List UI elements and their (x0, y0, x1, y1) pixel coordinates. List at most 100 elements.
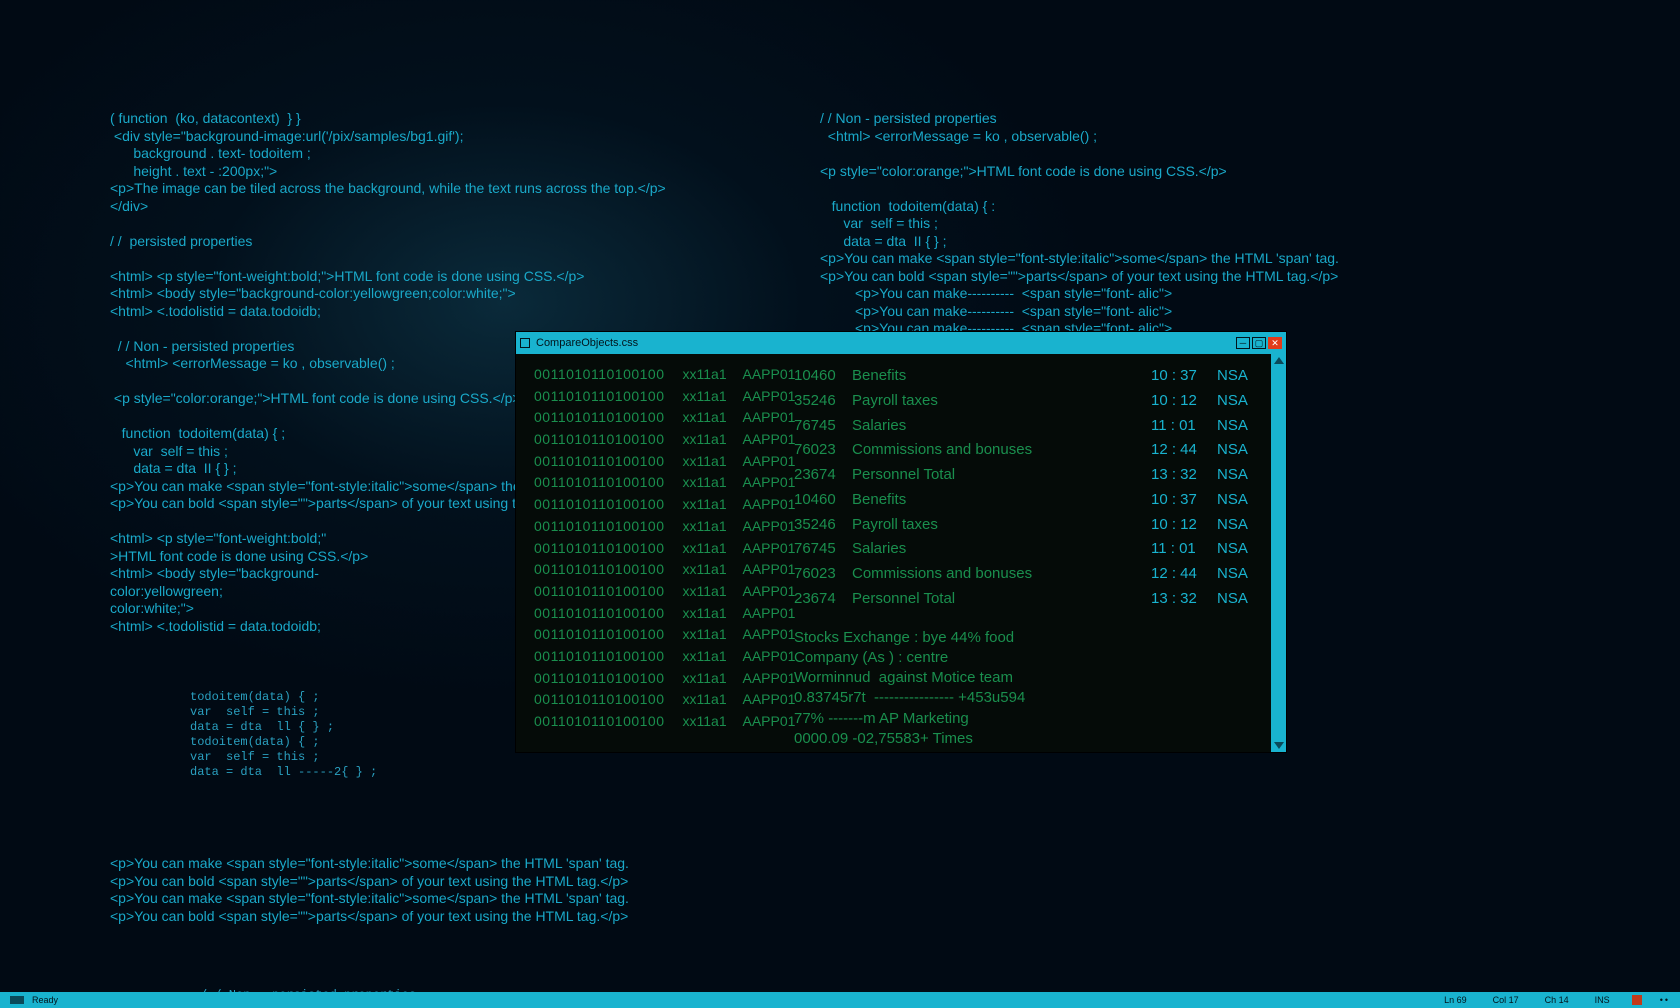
bin-c2: xx11a1 (683, 386, 725, 408)
row-label: Salaries (852, 537, 1151, 562)
data-row: 76023Commissions and bonuses12 : 44NSA (794, 562, 1263, 587)
warning-icon[interactable] (1632, 995, 1642, 1005)
row-label: Benefits (852, 364, 1151, 389)
binary-row: 0011010110100100xx11a1AAPP01 (534, 386, 776, 408)
binary-row: 0011010110100100xx11a1AAPP01 (534, 603, 776, 625)
window-body: 0011010110100100xx11a1AAPP01001101011010… (516, 354, 1286, 752)
bin-c1: 0011010110100100 (534, 581, 665, 603)
row-label: Commissions and bonuses (852, 438, 1151, 463)
binary-row: 0011010110100100xx11a1AAPP01 (534, 689, 776, 711)
bin-c2: xx11a1 (683, 646, 725, 668)
row-number: 35246 (794, 389, 852, 414)
row-number: 10460 (794, 364, 852, 389)
bin-c2: xx11a1 (683, 581, 725, 603)
row-time: 13 : 32 (1151, 587, 1217, 612)
row-tag: NSA (1217, 438, 1263, 463)
status-indicator-icon (10, 996, 24, 1004)
status-ins: INS (1591, 995, 1614, 1005)
bin-c1: 0011010110100100 (534, 559, 665, 581)
binary-row: 0011010110100100xx11a1AAPP01 (534, 538, 776, 560)
scroll-up-icon[interactable] (1274, 357, 1284, 364)
bin-c1: 0011010110100100 (534, 429, 665, 451)
bin-c2: xx11a1 (683, 429, 725, 451)
row-time: 10 : 12 (1151, 513, 1217, 538)
status-column: Col 17 (1489, 995, 1523, 1005)
status-dots: •• (1660, 995, 1670, 1005)
data-row: 76745Salaries11 : 01NSA (794, 537, 1263, 562)
row-tag: NSA (1217, 562, 1263, 587)
row-label: Payroll taxes (852, 513, 1151, 538)
row-time: 12 : 44 (1151, 438, 1217, 463)
binary-row: 0011010110100100xx11a1AAPP01 (534, 559, 776, 581)
binary-column: 0011010110100100xx11a1AAPP01001101011010… (516, 354, 776, 752)
row-tag: NSA (1217, 488, 1263, 513)
row-tag: NSA (1217, 389, 1263, 414)
bin-c1: 0011010110100100 (534, 603, 665, 625)
close-button[interactable]: ✕ (1268, 337, 1282, 349)
row-time: 10 : 37 (1151, 488, 1217, 513)
bin-c1: 0011010110100100 (534, 668, 665, 690)
row-tag: NSA (1217, 364, 1263, 389)
data-row: 76023Commissions and bonuses12 : 44NSA (794, 438, 1263, 463)
binary-row: 0011010110100100xx11a1AAPP01 (534, 429, 776, 451)
titlebar[interactable]: CompareObjects.css ─ ▢ ✕ (516, 332, 1286, 354)
data-row: 35246Payroll taxes10 : 12NSA (794, 513, 1263, 538)
bin-c2: xx11a1 (683, 624, 725, 646)
binary-row: 0011010110100100xx11a1AAPP01 (534, 624, 776, 646)
row-label: Personnel Total (852, 463, 1151, 488)
bin-c1: 0011010110100100 (534, 407, 665, 429)
bin-c2: xx11a1 (683, 559, 725, 581)
bin-c2: xx11a1 (683, 494, 725, 516)
data-row: 35246Payroll taxes10 : 12NSA (794, 389, 1263, 414)
row-number: 76023 (794, 562, 852, 587)
binary-row: 0011010110100100xx11a1AAPP01 (534, 364, 776, 386)
row-time: 11 : 01 (1151, 414, 1217, 439)
status-line: Ln 69 (1440, 995, 1471, 1005)
row-number: 10460 (794, 488, 852, 513)
bin-c1: 0011010110100100 (534, 624, 665, 646)
scroll-down-icon[interactable] (1274, 742, 1284, 749)
footer-text: Stocks Exchange : bye 44% food Company (… (794, 628, 1263, 750)
row-tag: NSA (1217, 537, 1263, 562)
status-ready: Ready (32, 995, 58, 1005)
binary-row: 0011010110100100xx11a1AAPP01 (534, 581, 776, 603)
bin-c1: 0011010110100100 (534, 364, 665, 386)
row-time: 10 : 12 (1151, 389, 1217, 414)
row-number: 23674 (794, 463, 852, 488)
bin-c1: 0011010110100100 (534, 689, 665, 711)
minimize-button[interactable]: ─ (1236, 337, 1250, 349)
maximize-button[interactable]: ▢ (1252, 337, 1266, 349)
row-time: 12 : 44 (1151, 562, 1217, 587)
window-icon (520, 338, 530, 348)
bin-c2: xx11a1 (683, 603, 725, 625)
binary-row: 0011010110100100xx11a1AAPP01 (534, 516, 776, 538)
binary-row: 0011010110100100xx11a1AAPP01 (534, 472, 776, 494)
row-time: 13 : 32 (1151, 463, 1217, 488)
bin-c2: xx11a1 (683, 689, 725, 711)
row-tag: NSA (1217, 513, 1263, 538)
bin-c2: xx11a1 (683, 538, 725, 560)
row-number: 35246 (794, 513, 852, 538)
row-number: 76023 (794, 438, 852, 463)
data-row: 10460Benefits10 : 37NSA (794, 364, 1263, 389)
bin-c2: xx11a1 (683, 516, 725, 538)
data-column: 10460Benefits10 : 37NSA35246Payroll taxe… (776, 354, 1271, 752)
bin-c2: xx11a1 (683, 451, 725, 473)
binary-row: 0011010110100100xx11a1AAPP01 (534, 668, 776, 690)
row-number: 76745 (794, 414, 852, 439)
data-row: 23674Personnel Total13 : 32NSA (794, 587, 1263, 612)
row-tag: NSA (1217, 414, 1263, 439)
row-label: Commissions and bonuses (852, 562, 1151, 587)
bin-c1: 0011010110100100 (534, 711, 665, 733)
row-number: 23674 (794, 587, 852, 612)
bin-c2: xx11a1 (683, 711, 725, 733)
bin-c2: xx11a1 (683, 472, 725, 494)
bin-c1: 0011010110100100 (534, 494, 665, 516)
row-tag: NSA (1217, 463, 1263, 488)
row-label: Salaries (852, 414, 1151, 439)
bin-c1: 0011010110100100 (534, 538, 665, 560)
row-label: Personnel Total (852, 587, 1151, 612)
scrollbar[interactable] (1271, 354, 1286, 752)
bin-c2: xx11a1 (683, 407, 725, 429)
code-block: <p>You can make <span style="font-style:… (110, 855, 860, 925)
